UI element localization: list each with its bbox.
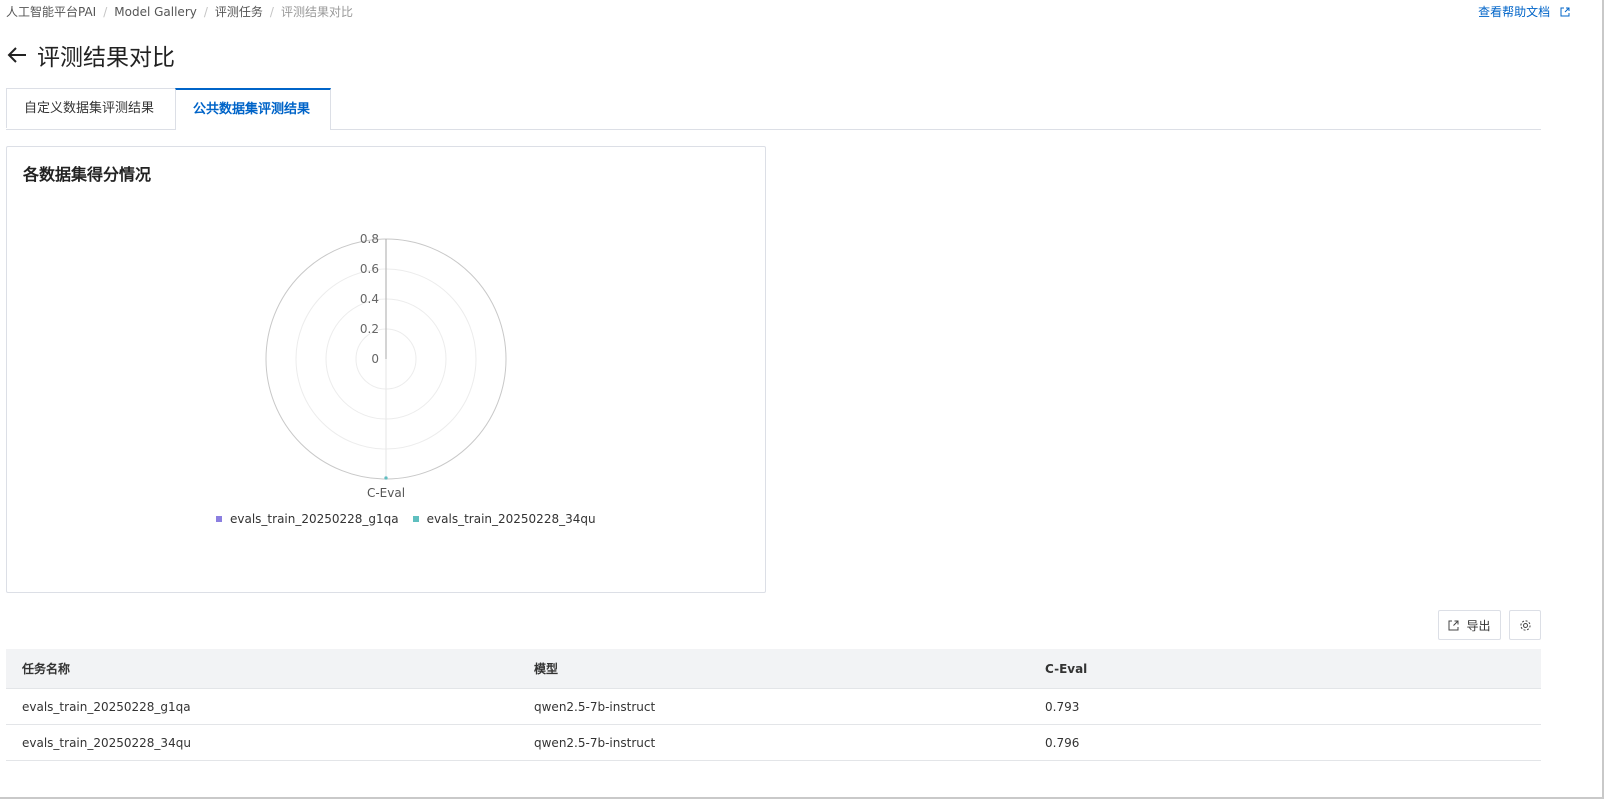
legend-swatch: [412, 516, 419, 522]
chart-legend: evals_train_20250228_g1qa evals_train_202…: [216, 512, 610, 526]
dataset-score-card: 各数据集得分情况 0 0.2 0.4 0.6 0.8 C-Eval evals_train…: [6, 146, 766, 593]
tab-public-dataset-results[interactable]: 公共数据集评测结果: [175, 88, 331, 130]
breadcrumb-separator: /: [103, 5, 108, 19]
legend-swatch: [216, 516, 222, 522]
legend-item[interactable]: evals_train_20250228_g1qa: [216, 512, 399, 526]
radial-tick-label: 0.2: [360, 322, 379, 336]
cell-model: qwen2.5-7b-instruct: [518, 688, 1029, 725]
cell-task-name: evals_train_20250228_34qu: [6, 724, 518, 761]
breadcrumb-item-pai[interactable]: 人工智能平台PAI: [6, 5, 96, 19]
cell-model: qwen2.5-7b-instruct: [518, 724, 1029, 761]
external-link-icon: [1560, 6, 1570, 20]
breadcrumb-item-model-gallery[interactable]: Model Gallery: [114, 5, 197, 19]
breadcrumb-separator: /: [203, 5, 208, 19]
series-point: [384, 476, 388, 480]
radial-tick-label: 0.6: [360, 262, 379, 276]
indicator-label: C-Eval: [367, 486, 405, 500]
column-header-model: 模型: [518, 649, 1029, 689]
column-header-c-eval: C-Eval: [1029, 649, 1541, 689]
breadcrumb-item-eval-tasks[interactable]: 评测任务: [215, 5, 263, 19]
radial-tick-label: 0.8: [360, 232, 379, 246]
legend-label: evals_train_20250228_34qu: [426, 512, 596, 526]
legend-item[interactable]: evals_train_20250228_34qu: [412, 512, 596, 526]
export-icon: [1448, 620, 1459, 630]
settings-icon: [1519, 619, 1531, 631]
cell-task-name: evals_train_20250228_g1qa: [6, 688, 518, 725]
help-docs-link[interactable]: 查看帮助文档: [1478, 3, 1570, 20]
breadcrumb-separator: /: [269, 5, 274, 19]
page-title: 评测结果对比: [37, 45, 175, 71]
cell-c-eval-score: 0.796: [1029, 724, 1541, 761]
cell-c-eval-score: 0.793: [1029, 688, 1541, 725]
back-arrow-icon[interactable]: [6, 44, 28, 66]
export-button[interactable]: 导出: [1438, 610, 1501, 640]
column-header-task-name: 任务名称: [6, 649, 518, 689]
table-header-row: 任务名称 模型 C-Eval: [6, 649, 1541, 689]
tab-custom-dataset-results[interactable]: 自定义数据集评测结果: [6, 88, 176, 128]
radial-tick-label: 0: [371, 352, 379, 366]
breadcrumb-current: 评测结果对比: [280, 5, 353, 19]
result-tabs: 自定义数据集评测结果 公共数据集评测结果: [6, 88, 1541, 130]
results-table: 任务名称 模型 C-Eval evals_train_20250228_g1qa…: [6, 649, 1541, 761]
export-label: 导出: [1466, 618, 1491, 633]
legend-label: evals_train_20250228_g1qa: [230, 512, 399, 526]
table-row: evals_train_20250228_g1qa qwen2.5-7b-ins…: [6, 688, 1541, 725]
radial-tick-label: 0.4: [360, 292, 379, 306]
table-row: evals_train_20250228_34qu qwen2.5-7b-ins…: [6, 724, 1541, 761]
breadcrumb: 人工智能平台PAI / Model Gallery / 评测任务 / 评测结果对比: [6, 3, 353, 20]
settings-button[interactable]: [1509, 610, 1541, 640]
help-docs-label: 查看帮助文档: [1478, 5, 1551, 19]
page-header: 评测结果对比: [6, 38, 175, 72]
